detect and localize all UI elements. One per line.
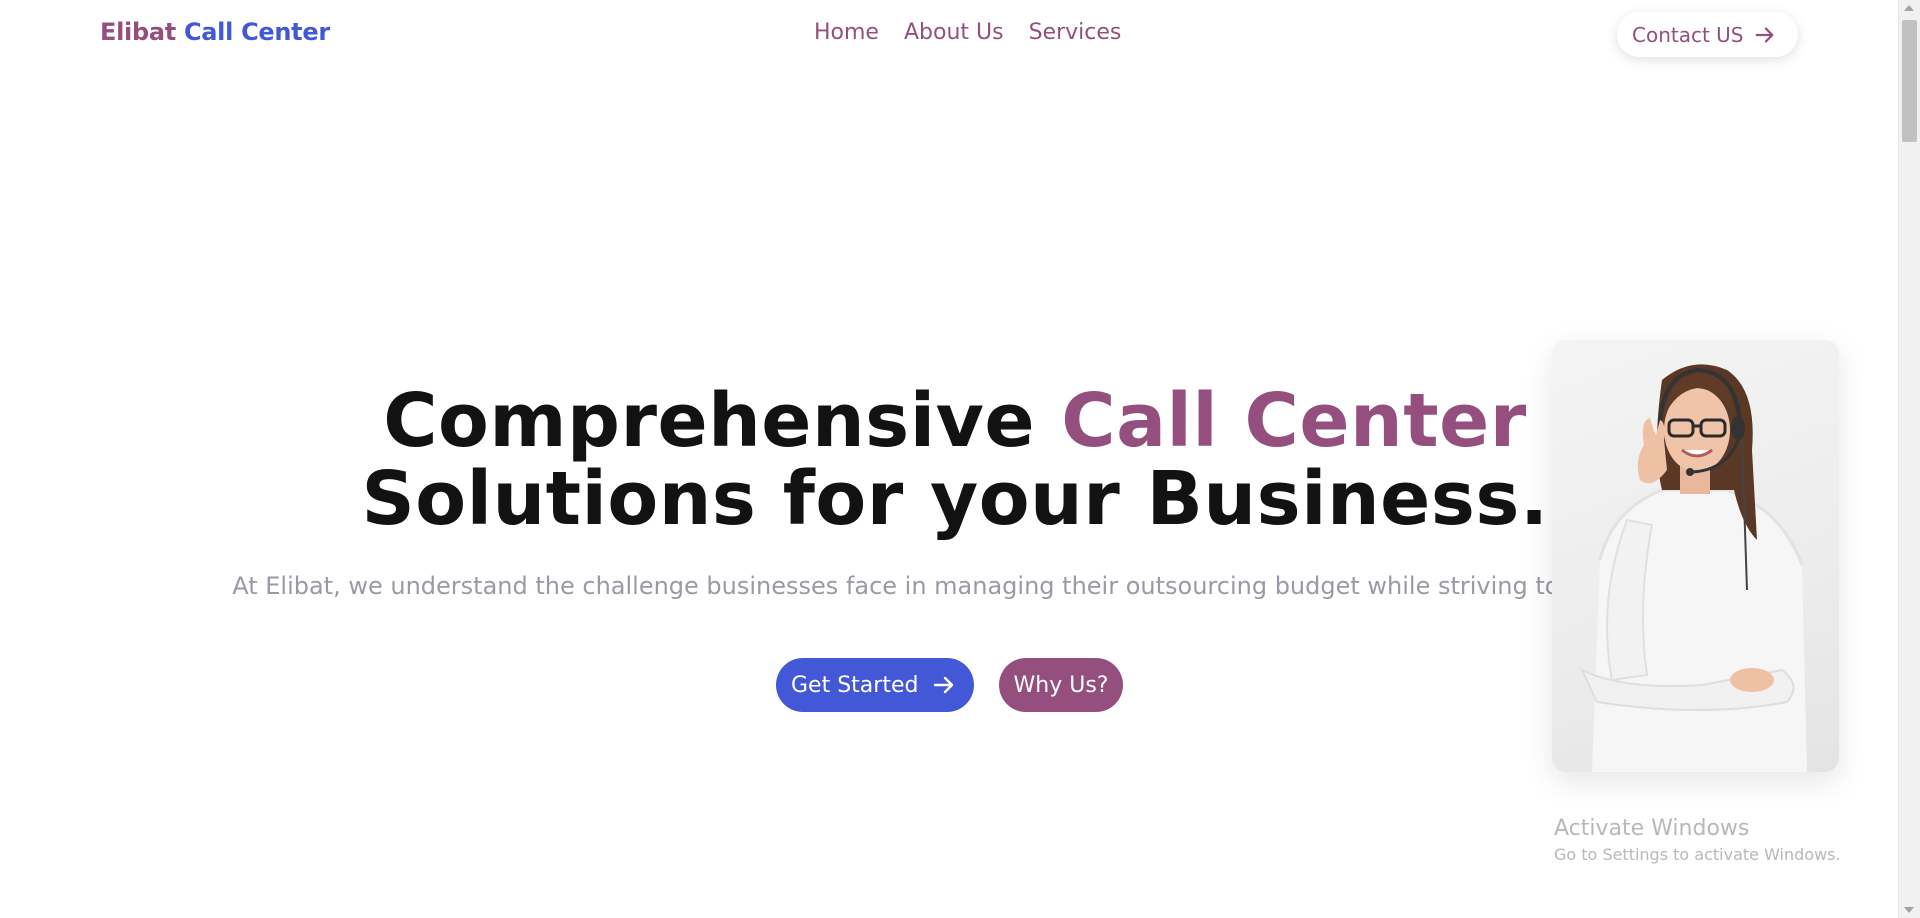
watermark-subtitle: Go to Settings to activate Windows. bbox=[1554, 845, 1841, 864]
hero-title-line2: Solutions for your Business. bbox=[361, 456, 1549, 542]
contact-us-button[interactable]: Contact US bbox=[1617, 12, 1798, 57]
contact-us-label: Contact US bbox=[1632, 22, 1744, 47]
nav-link-about-us[interactable]: About Us bbox=[904, 20, 1004, 45]
nav-link-services[interactable]: Services bbox=[1029, 20, 1122, 45]
why-us-button[interactable]: Why Us? bbox=[999, 658, 1123, 712]
get-started-button[interactable]: Get Started bbox=[776, 658, 974, 712]
agent-photo-card bbox=[1552, 340, 1839, 772]
hero-title-part1: Comprehensive bbox=[383, 378, 1062, 464]
get-started-label: Get Started bbox=[791, 672, 919, 698]
page-viewport: Elibat Call Center Home About Us Service… bbox=[0, 0, 1898, 918]
arrow-right-icon bbox=[934, 676, 954, 694]
hero-button-row: Get Started Why Us? bbox=[776, 658, 1123, 712]
activate-windows-watermark: Activate Windows Go to Settings to activ… bbox=[1554, 816, 1841, 864]
vertical-scrollbar[interactable] bbox=[1898, 0, 1920, 918]
why-us-label: Why Us? bbox=[1013, 672, 1109, 698]
arrow-right-icon bbox=[1755, 26, 1773, 43]
brand-name-part2: Call Center bbox=[183, 18, 330, 46]
scroll-down-arrow-icon[interactable] bbox=[1904, 907, 1914, 913]
brand-name-part1: Elibat bbox=[100, 18, 176, 46]
brand-logo[interactable]: Elibat Call Center bbox=[100, 18, 330, 46]
scroll-thumb[interactable] bbox=[1902, 20, 1917, 142]
hero-title-accent: Call Center bbox=[1061, 378, 1527, 464]
watermark-title: Activate Windows bbox=[1554, 816, 1750, 841]
scroll-up-arrow-icon[interactable] bbox=[1904, 5, 1914, 11]
main-nav: Home About Us Services bbox=[814, 20, 1121, 45]
nav-link-home[interactable]: Home bbox=[814, 20, 879, 45]
call-center-agent-image bbox=[1579, 364, 1807, 772]
